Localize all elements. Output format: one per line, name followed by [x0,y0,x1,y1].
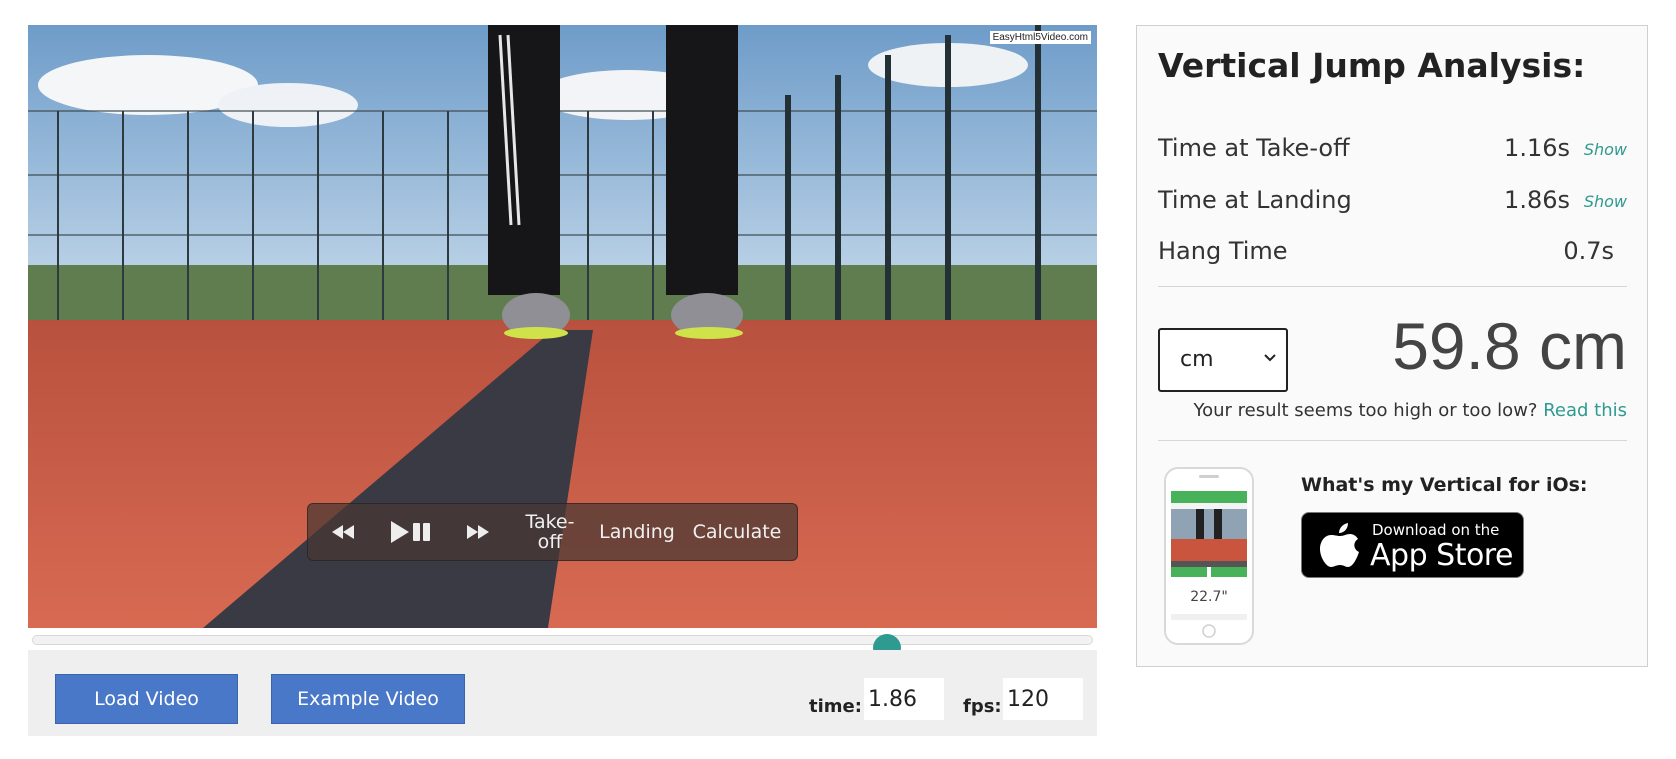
unit-select-value: cm [1180,347,1214,372]
landing-value: 1.86s [1504,186,1570,214]
takeoff-button[interactable]: Take- off [510,504,590,560]
phone-image: 22.7" [1164,467,1254,645]
landing-show-link[interactable]: Show [1584,192,1627,211]
unit-select[interactable]: cm [1158,328,1288,392]
fps-label: fps: [963,696,1002,717]
hang-time-row: Hang Time 0.7s [1158,237,1627,271]
fast-forward-icon [467,525,489,539]
panel-title: Vertical Jump Analysis: [1158,46,1586,85]
calculate-button[interactable]: Calculate [684,504,790,560]
play-pause-button[interactable] [378,504,446,560]
takeoff-value: 1.16s [1504,134,1570,162]
rewind-icon [332,525,354,539]
landing-button[interactable]: Landing [590,504,684,560]
takeoff-label-line2: off [537,531,563,553]
seek-track[interactable] [32,634,1093,662]
divider [1158,440,1627,441]
app-heading: What's my Vertical for iOs: [1301,474,1588,496]
takeoff-show-link[interactable]: Show [1584,140,1627,159]
example-video-button[interactable]: Example Video [271,674,465,724]
seek-bar[interactable] [28,628,1097,662]
video-controls: Take- off Landing Calculate [307,503,798,561]
fast-forward-button[interactable] [446,504,510,560]
fps-input[interactable]: 120 [1003,678,1083,720]
phone-screenshot: 22.7" [1171,475,1247,638]
hang-time-value: 0.7s [1563,237,1614,265]
takeoff-row: Time at Take-off 1.16s Show [1158,134,1627,168]
read-this-link[interactable]: Read this [1543,400,1627,421]
takeoff-label-line1: Take- [525,511,575,533]
app-store-badge[interactable]: Download on the App Store [1301,512,1524,578]
time-input[interactable]: 1.86 [864,678,944,720]
jump-result: 59.8 cm [1392,309,1627,383]
rewind-button[interactable] [308,504,378,560]
load-video-button[interactable]: Load Video [55,674,238,724]
watermark: EasyHtml5Video.com [989,31,1091,44]
apple-icon [1320,523,1359,567]
chevron-down-icon [1264,354,1276,362]
appstore-line1: Download on the [1372,521,1500,539]
landing-row: Time at Landing 1.86s Show [1158,186,1627,220]
analysis-panel: Vertical Jump Analysis: Time at Take-off… [1136,25,1648,667]
video-toolbar: Load Video Example Video time: 1.86 fps:… [28,650,1097,736]
appstore-line2: App Store [1370,538,1513,573]
result-note-text: Your result seems too high or too low? [1193,400,1544,421]
result-note: Your result seems too high or too low? R… [1194,400,1627,421]
landing-label: Time at Landing [1158,186,1352,214]
takeoff-label: Time at Take-off [1158,134,1350,162]
play-pause-icon [391,521,430,543]
time-label: time: [809,696,862,717]
phone-screen-value: 22.7" [1190,589,1228,605]
video-player[interactable]: EasyHtml5Video.com Take- off Landing Cal… [28,25,1097,628]
divider [1158,286,1627,287]
hang-time-label: Hang Time [1158,237,1288,265]
